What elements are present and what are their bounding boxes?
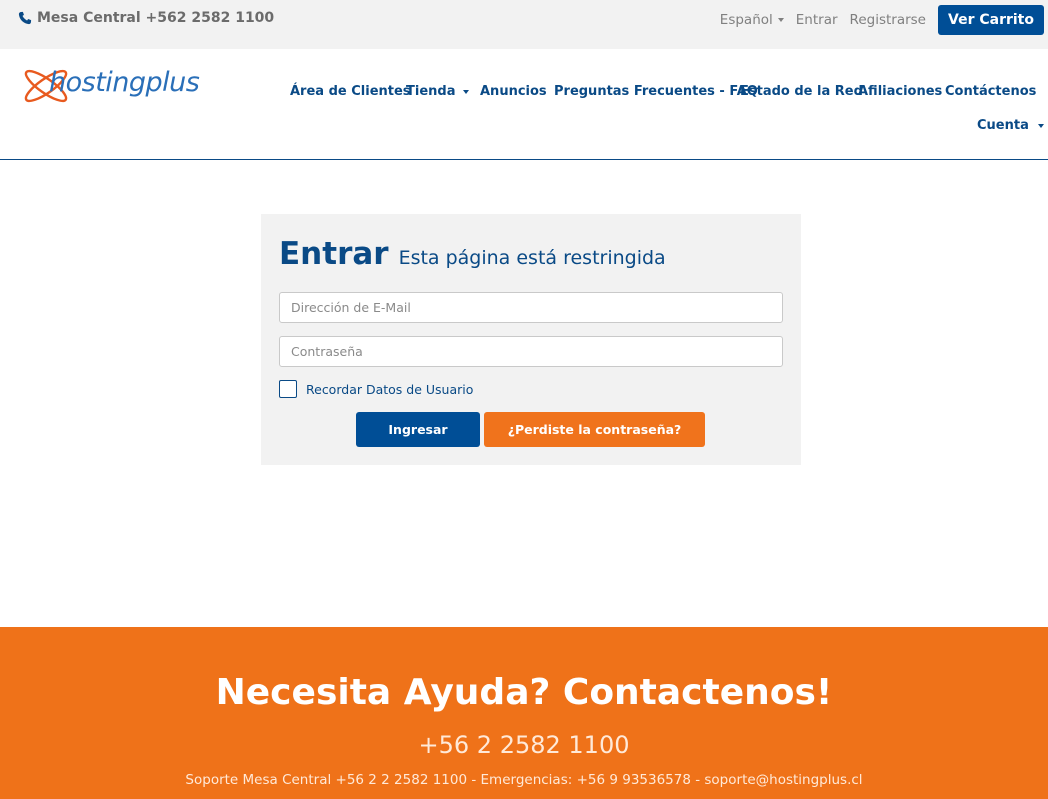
remember-me[interactable]: Recordar Datos de Usuario [279, 380, 473, 398]
nav-network-status[interactable]: Estado de la Red [740, 84, 863, 99]
nav-store-label: Tienda [406, 84, 456, 99]
nav-account[interactable]: Cuenta [977, 118, 1044, 133]
footer-contact-line: Soporte Mesa Central +56 2 2 2582 1100 -… [185, 772, 863, 788]
nav-faq[interactable]: Preguntas Frecuentes - FAQ [554, 84, 758, 99]
login-heading: Entrar Esta página está restringida [279, 236, 666, 272]
nav-account-label: Cuenta [977, 118, 1029, 133]
remember-label: Recordar Datos de Usuario [306, 381, 474, 397]
logo-text: hostingplus [49, 67, 200, 98]
caret-down-icon [777, 18, 784, 22]
nav-store[interactable]: Tienda [406, 84, 470, 99]
forgot-password-button[interactable]: ¿Perdiste la contraseña? [484, 412, 705, 447]
language-label: Español [719, 12, 773, 28]
footer-phone: +56 2 2582 1100 [418, 731, 630, 759]
page-title: Entrar [279, 236, 389, 272]
nav-announcements[interactable]: Anuncios [480, 84, 547, 99]
login-link[interactable]: Entrar [796, 12, 838, 28]
top-actions: Español Entrar Registrarse Ver Carrito [720, 5, 1044, 35]
login-button[interactable]: Ingresar [356, 412, 480, 447]
footer-title: Necesita Ayuda? Contactenos! [215, 672, 833, 713]
password-field[interactable] [279, 336, 783, 367]
site-header: hostingplus Área de Clientes Tienda Anun… [0, 49, 1048, 160]
phone-contact: Mesa Central +562 2582 1100 [18, 10, 274, 26]
nav-affiliates[interactable]: Afiliaciones [858, 84, 942, 99]
top-bar: Mesa Central +562 2582 1100 Español Entr… [0, 0, 1048, 49]
login-panel: Entrar Esta página está restringida Reco… [261, 214, 801, 465]
help-footer: Necesita Ayuda? Contactenos! +56 2 2582 … [0, 627, 1048, 799]
language-selector[interactable]: Español [720, 12, 784, 28]
caret-down-icon [463, 89, 470, 94]
nav-client-area[interactable]: Área de Clientes [290, 84, 411, 99]
view-cart-button[interactable]: Ver Carrito [938, 5, 1044, 35]
page-subtitle: Esta página está restringida [398, 247, 666, 269]
site-logo[interactable]: hostingplus [20, 60, 210, 112]
caret-down-icon [1037, 123, 1044, 128]
phone-icon [18, 11, 32, 25]
phone-text: Mesa Central +562 2582 1100 [37, 10, 275, 26]
register-link[interactable]: Registrarse [850, 12, 926, 28]
nav-contact[interactable]: Contáctenos [945, 84, 1036, 99]
remember-checkbox[interactable] [279, 380, 297, 398]
email-field[interactable] [279, 292, 783, 323]
